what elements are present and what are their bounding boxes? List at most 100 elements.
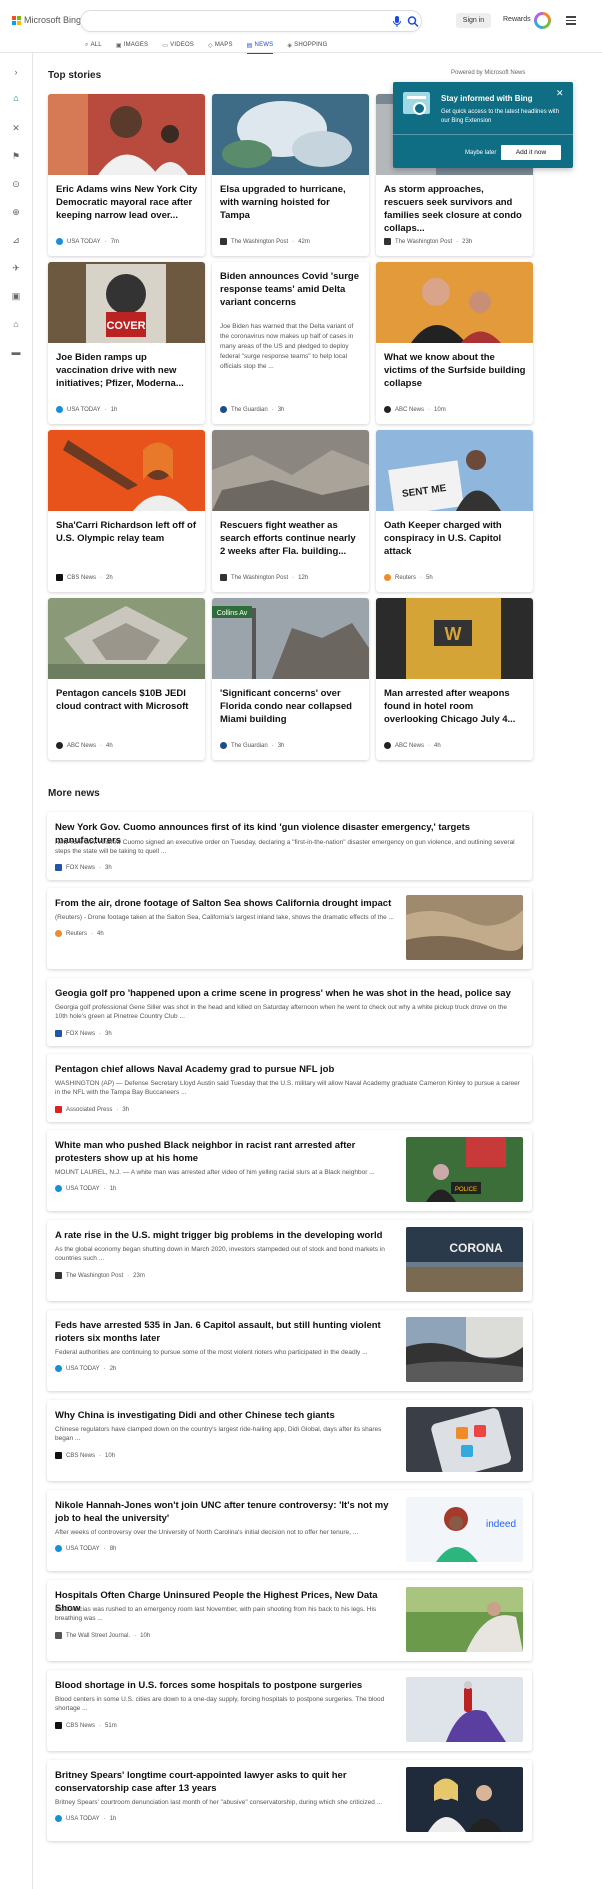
news-description: MOUNT LAUREL, N.J. — A white man was arr… [55, 1169, 375, 1176]
tab-images[interactable]: ▣ IMAGES [116, 40, 148, 50]
story-card[interactable]: Biden announces Covid 'surge response te… [212, 262, 369, 424]
header-divider [0, 52, 602, 53]
news-item[interactable]: Geogia golf pro 'happened upon a crime s… [47, 978, 532, 1046]
tab-videos[interactable]: ▭ VIDEOS [162, 40, 194, 50]
story-snippet: Joe Biden has warned that the Delta vari… [220, 323, 354, 370]
guardian-icon [220, 406, 227, 413]
reuters-icon [55, 930, 62, 937]
maybe-later-button[interactable]: Maybe later [465, 150, 496, 156]
usa-today-icon [56, 406, 63, 413]
story-card[interactable]: What we know about the victims of the Su… [376, 262, 533, 424]
news-description: Federal authorities are continuing to pu… [55, 1349, 368, 1356]
flag-icon[interactable]: ⚑ [9, 149, 23, 163]
rewards-link[interactable]: Rewards [503, 16, 531, 23]
news-source: FOX News · 3h [55, 864, 112, 871]
rewards-badge-icon[interactable] [534, 12, 551, 29]
usa-today-icon [55, 1365, 62, 1372]
story-image [212, 94, 369, 175]
news-description: Raul Macias was rushed to an emergency r… [55, 1606, 377, 1622]
search-box [80, 10, 422, 32]
popup-divider [393, 134, 573, 135]
abc-news-icon [384, 742, 391, 749]
news-title: A rate rise in the U.S. might trigger bi… [55, 1230, 383, 1241]
story-source: The Washington Post · 23h [384, 238, 472, 245]
news-item[interactable]: Feds have arrested 535 in Jan. 6 Capitol… [47, 1310, 532, 1391]
news-item[interactable]: A rate rise in the U.S. might trigger bi… [47, 1220, 532, 1301]
news-item[interactable]: White man who pushed Black neighbor in r… [47, 1130, 532, 1211]
money-icon[interactable]: ▬ [9, 345, 23, 359]
search-icon[interactable] [407, 15, 419, 28]
location-icon[interactable]: ⊙ [9, 177, 23, 191]
news-item[interactable]: Why China is investigating Didi and othe… [47, 1400, 532, 1481]
fox-news-icon [55, 1030, 62, 1037]
story-title: Sha'Carri Richardson left off of U.S. Ol… [56, 520, 197, 544]
story-card[interactable]: Eric Adams wins New York City Democratic… [48, 94, 205, 256]
story-source: The Guardian · 3h [220, 742, 284, 749]
story-card[interactable]: Sha'Carri Richardson left off of U.S. Ol… [48, 430, 205, 592]
medical-icon[interactable]: ✕ [9, 121, 23, 135]
story-card[interactable]: W Man arrested after weapons found in ho… [376, 598, 533, 760]
business-icon[interactable]: ⊿ [9, 233, 23, 247]
graffiti-text: CORONA [449, 1241, 503, 1255]
news-item[interactable]: Britney Spears' longtime court-appointed… [47, 1760, 532, 1841]
popup-title: Stay informed with Bing [441, 94, 533, 103]
story-card[interactable]: COVER Joe Biden ramps up vaccination dri… [48, 262, 205, 424]
news-item[interactable]: Hospitals Often Charge Uninsured People … [47, 1580, 532, 1661]
news-item[interactable]: New York Gov. Cuomo announces first of i… [47, 812, 532, 880]
tab-news[interactable]: ▤ NEWS [246, 40, 274, 54]
news-source: USA TODAY · 8h [55, 1545, 116, 1552]
news-title: From the air, drone footage of Salton Se… [55, 898, 392, 909]
cbs-news-icon [55, 1722, 62, 1729]
tab-maps[interactable]: ◇ MAPS [208, 40, 233, 50]
news-item[interactable]: From the air, drone footage of Salton Se… [47, 888, 532, 969]
washington-post-icon [55, 1272, 62, 1279]
story-card[interactable]: Elsa upgraded to hurricane, with warning… [212, 94, 369, 256]
sign-in-button[interactable]: Sign in [456, 13, 491, 28]
news-image [406, 1767, 523, 1832]
story-card[interactable]: Rescuers fight weather as search efforts… [212, 430, 369, 592]
story-source: The Washington Post · 42m [220, 238, 310, 245]
search-input[interactable] [91, 15, 361, 28]
news-source: CBS News · 10h [55, 1452, 115, 1459]
news-image: CORONA [406, 1227, 523, 1292]
scope-tabs: ⌕ ALL ▣ IMAGES ▭ VIDEOS ◇ MAPS ▤ NEWS ◈ SHOPPI… [85, 40, 327, 54]
story-title: Elsa upgraded to hurricane, with warning… [220, 184, 346, 221]
tab-shopping[interactable]: ◈ SHOPPING [287, 40, 327, 50]
story-source: ABC News · 10m [384, 406, 446, 413]
tab-all[interactable]: ⌕ ALL [85, 40, 102, 50]
story-card[interactable]: SENT ME Oath Keeper charged with conspir… [376, 430, 533, 592]
add-it-now-button[interactable]: Add it now [501, 145, 561, 160]
close-icon[interactable]: ✕ [556, 88, 564, 99]
science-icon[interactable]: ✈ [9, 261, 23, 275]
news-item[interactable]: Pentagon chief allows Naval Academy grad… [47, 1054, 532, 1122]
bing-logo[interactable]: Microsoft Bing [12, 15, 81, 25]
news-description: (Reuters) - Drone footage taken at the S… [55, 914, 394, 921]
story-source: Reuters · 5h [384, 574, 433, 581]
news-source: CBS News · 51m [55, 1722, 117, 1729]
home-icon[interactable]: ⌂ [9, 91, 23, 105]
microsoft-logo-icon [12, 15, 21, 25]
story-image: COVER [48, 262, 205, 343]
news-title: Geogia golf pro 'happened upon a crime s… [55, 988, 511, 999]
header: Microsoft Bing Sign in Rewards ⌕ ALL ▣ IMA… [0, 0, 602, 54]
news-description: WASHINGTON (AP) — Defense Secretary Lloy… [55, 1080, 520, 1096]
news-image [406, 895, 523, 960]
globe-icon[interactable]: ⊕ [9, 205, 23, 219]
story-card[interactable]: Pentagon cancels $10B JEDI cloud contrac… [48, 598, 205, 760]
entertainment-icon[interactable]: ▣ [9, 289, 23, 303]
politics-icon[interactable]: ⌂ [9, 317, 23, 331]
news-description: Georgia golf professional Gene Siller wa… [55, 1004, 508, 1020]
expand-chevron-icon[interactable]: › [9, 65, 23, 79]
story-card[interactable]: Collins Av 'Significant concerns' over F… [212, 598, 369, 760]
news-item[interactable]: Blood shortage in U.S. forces some hospi… [47, 1670, 532, 1751]
washington-post-icon [220, 238, 227, 245]
hamburger-menu-icon[interactable] [566, 16, 576, 25]
top-stories-title: Top stories [48, 70, 102, 81]
story-image: SENT ME [376, 430, 533, 511]
story-title: What we know about the victims of the Su… [384, 352, 526, 389]
news-item[interactable]: Nikole Hannah-Jones won't join UNC after… [47, 1490, 532, 1571]
news-source: USA TODAY · 2h [55, 1365, 116, 1372]
street-sign-text: Collins Av [217, 610, 248, 617]
microphone-icon[interactable] [391, 15, 403, 28]
extension-icon [403, 92, 430, 115]
